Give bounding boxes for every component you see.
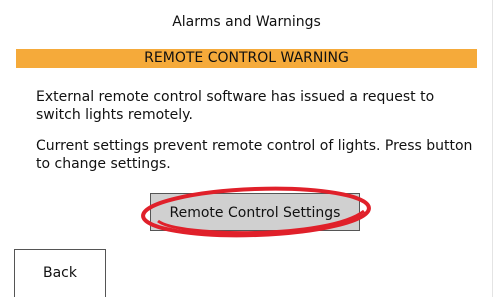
warning-banner: REMOTE CONTROL WARNING (16, 49, 477, 68)
warning-message-request: External remote control software has iss… (36, 89, 435, 123)
page-title: Alarms and Warnings (172, 14, 321, 30)
back-button[interactable]: Back (14, 249, 106, 297)
remote-control-settings-button[interactable]: Remote Control Settings (150, 193, 360, 231)
warning-message-settings: Current settings prevent remote control … (36, 138, 473, 172)
alarms-warnings-screen: Alarms and Warnings REMOTE CONTROL WARNI… (0, 0, 493, 297)
